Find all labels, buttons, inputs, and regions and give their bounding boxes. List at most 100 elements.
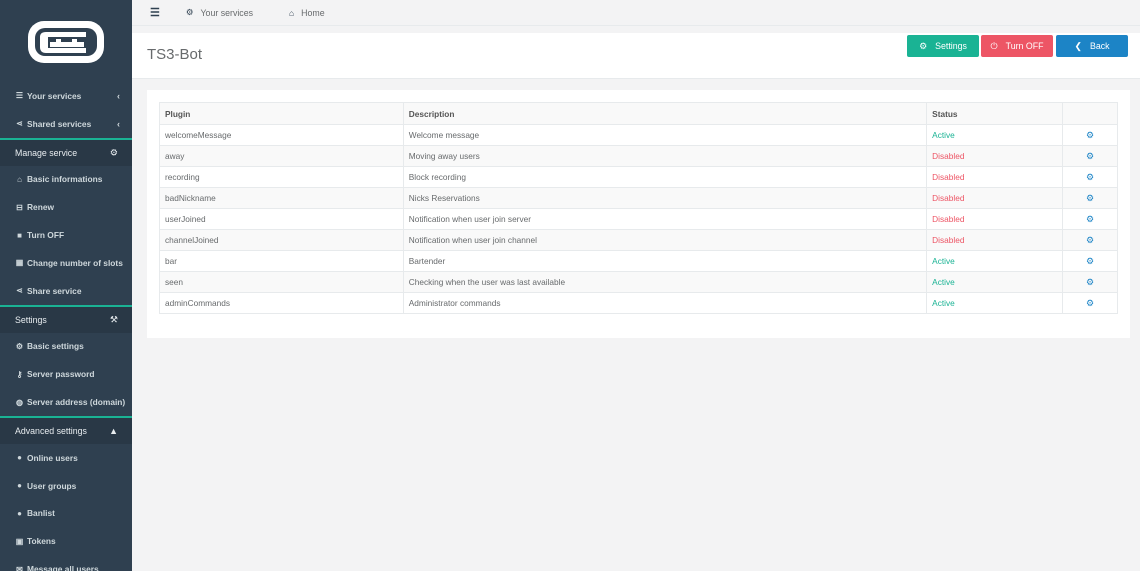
gear-icon[interactable]: ⚙ xyxy=(1086,256,1094,266)
topbar-your-services-link[interactable]: ⚙ Your services xyxy=(186,7,253,18)
description-cell: Block recording xyxy=(402,166,928,188)
settings-button[interactable]: ⚙ Settings xyxy=(907,35,979,57)
power-icon: ⏻ xyxy=(990,40,998,51)
sidebar-item-label: Your services xyxy=(27,90,82,101)
cart-icon: ⊟ xyxy=(16,202,23,212)
grid-icon: ▦ xyxy=(15,258,24,268)
gear-icon[interactable]: ⚙ xyxy=(1086,214,1094,224)
sidebar-item-server-password[interactable]: ⚷ Server password xyxy=(0,360,132,388)
gear-icon[interactable]: ⚙ xyxy=(1086,277,1094,287)
sidebar-item-label: Renew xyxy=(27,202,54,213)
gear-icon[interactable]: ⚙ xyxy=(1086,193,1094,203)
sidebar-item-label: Banlist xyxy=(27,508,55,519)
sidebar-item-label: Online users xyxy=(27,452,78,463)
sidebar-item-server-address-domain[interactable]: ◍ Server address (domain) xyxy=(0,388,132,416)
sidebar-section-label: Manage service xyxy=(15,147,78,158)
gear-icon: ⚙ xyxy=(919,40,928,51)
sidebar-item-your-services[interactable]: ☰ Your services ‹ xyxy=(0,82,132,110)
plugin-settings-cell[interactable]: ⚙ xyxy=(1062,250,1118,272)
description-cell: Nicks Reservations xyxy=(402,187,928,209)
sidebar-item-tokens[interactable]: ▣ Tokens xyxy=(0,527,132,555)
gear-icon: ⚙ xyxy=(15,341,24,351)
description-cell: Administrator commands xyxy=(402,292,928,314)
gear-icon[interactable]: ⚙ xyxy=(1086,172,1094,182)
sidebar-section-advanced-settings[interactable]: Advanced settings ▲ xyxy=(0,415,132,444)
plugin-table: Plugin Description Status welcomeMessage… xyxy=(159,102,1118,314)
column-header-status: Status xyxy=(926,102,1064,125)
topbar-home-link[interactable]: ⌂ Home xyxy=(289,8,325,18)
table-row: userJoined Notification when user join se… xyxy=(159,208,1118,230)
sidebar-item-basic-informations[interactable]: ⌂ Basic informations xyxy=(0,166,132,194)
description-cell: Checking when the user was last availabl… xyxy=(402,271,928,293)
sidebar-item-change-number-of-slots[interactable]: ▦ Change number of slots xyxy=(0,249,132,277)
description-cell: Welcome message xyxy=(402,124,928,146)
gear-icon[interactable]: ⚙ xyxy=(1086,235,1094,245)
plugin-settings-cell[interactable]: ⚙ xyxy=(1062,187,1118,209)
status-cell: Disabled xyxy=(926,208,1064,230)
page-title: TS3-Bot xyxy=(147,46,203,63)
logo[interactable] xyxy=(0,0,132,82)
status-cell: Disabled xyxy=(926,187,1064,209)
plugin-settings-cell[interactable]: ⚙ xyxy=(1062,145,1118,167)
sidebar-section-settings[interactable]: Settings ⚒ xyxy=(0,304,132,333)
sidebar-item-user-groups[interactable]: ● User groups xyxy=(0,472,132,500)
gear-icon[interactable]: ⚙ xyxy=(1086,298,1094,308)
gears-icon: ⚙ xyxy=(185,7,194,17)
sidebar-item-share-service[interactable]: ⋖ Share service xyxy=(0,277,132,305)
sidebar-item-basic-settings[interactable]: ⚙ Basic settings xyxy=(0,333,132,361)
sidebar-section-manage-service[interactable]: Manage service ⚙ xyxy=(0,137,132,166)
sidebar-item-message-all-users[interactable]: ✉ Message all users xyxy=(0,555,132,571)
sidebar-item-label: Message all users xyxy=(27,564,99,571)
logo-icon xyxy=(28,21,104,63)
table-row: seen Checking when the user was last avai… xyxy=(159,271,1118,293)
sidebar-item-label: Server password xyxy=(27,369,95,380)
table-row: welcomeMessage Welcome message Active ⚙ xyxy=(159,124,1118,146)
key-icon: ⚷ xyxy=(16,369,23,379)
column-header-actions xyxy=(1062,102,1118,125)
sidebar-item-label: Shared services xyxy=(27,118,92,129)
sidebar: ☰ Your services ‹ ⋖ Shared services ‹ Manage s… xyxy=(0,0,132,571)
back-button-label: Back xyxy=(1089,41,1110,51)
chevron-left-icon: ❮ xyxy=(1074,40,1082,51)
bars-icon[interactable]: ☰ xyxy=(150,6,160,19)
table-row: recording Block recording Disabled ⚙ xyxy=(159,166,1118,188)
user-ban-icon: ● xyxy=(17,508,22,518)
plugin-cell: away xyxy=(159,145,404,167)
sidebar-item-online-users[interactable]: ● Online users xyxy=(0,444,132,472)
users-icon: ● xyxy=(17,481,22,491)
status-cell: Disabled xyxy=(926,145,1064,167)
table-row: channelJoined Notification when user join… xyxy=(159,229,1118,251)
status-cell: Active xyxy=(926,292,1064,314)
share-icon: ⋖ xyxy=(16,286,23,296)
page-heading: TS3-Bot ⚙ Settings ⏻ Turn OFF ❮ Back xyxy=(132,33,1140,79)
sidebar-item-label: Server address (domain) xyxy=(27,397,126,408)
stop-icon: ■ xyxy=(17,230,22,240)
gear-icon[interactable]: ⚙ xyxy=(1086,151,1094,161)
column-header-description: Description xyxy=(402,102,928,125)
plugin-table-body: welcomeMessage Welcome message Active ⚙ away… xyxy=(159,124,1118,314)
description-cell: Notification when user join channel xyxy=(402,229,928,251)
globe-icon: ◍ xyxy=(16,397,23,407)
sidebar-item-label: Turn OFF xyxy=(27,230,65,241)
description-cell: Moving away users xyxy=(402,145,928,167)
back-button[interactable]: ❮ Back xyxy=(1056,35,1128,57)
plugin-settings-cell[interactable]: ⚙ xyxy=(1062,229,1118,251)
plugin-settings-cell[interactable]: ⚙ xyxy=(1062,292,1118,314)
plugin-settings-cell[interactable]: ⚙ xyxy=(1062,271,1118,293)
plugin-settings-cell[interactable]: ⚙ xyxy=(1062,166,1118,188)
chevron-left-icon: ‹ xyxy=(117,118,120,129)
status-cell: Active xyxy=(926,271,1064,293)
table-row: badNickname Nicks Reservations Disabled ⚙ xyxy=(159,187,1118,209)
sidebar-item-banlist[interactable]: ● Banlist xyxy=(0,500,132,528)
sidebar-item-label: Basic settings xyxy=(27,341,84,352)
sidebar-item-shared-services[interactable]: ⋖ Shared services ‹ xyxy=(0,110,132,138)
sidebar-item-renew[interactable]: ⊟ Renew xyxy=(0,193,132,221)
plugin-settings-cell[interactable]: ⚙ xyxy=(1062,124,1118,146)
gear-icon[interactable]: ⚙ xyxy=(1086,130,1094,140)
plugin-settings-cell[interactable]: ⚙ xyxy=(1062,208,1118,230)
description-cell: Notification when user join server xyxy=(402,208,928,230)
topbar-home-label: Home xyxy=(301,7,325,18)
turn-off-button[interactable]: ⏻ Turn OFF xyxy=(981,35,1053,57)
sidebar-item-turn-off[interactable]: ■ Turn OFF xyxy=(0,221,132,249)
table-header-row: Plugin Description Status xyxy=(159,102,1118,125)
